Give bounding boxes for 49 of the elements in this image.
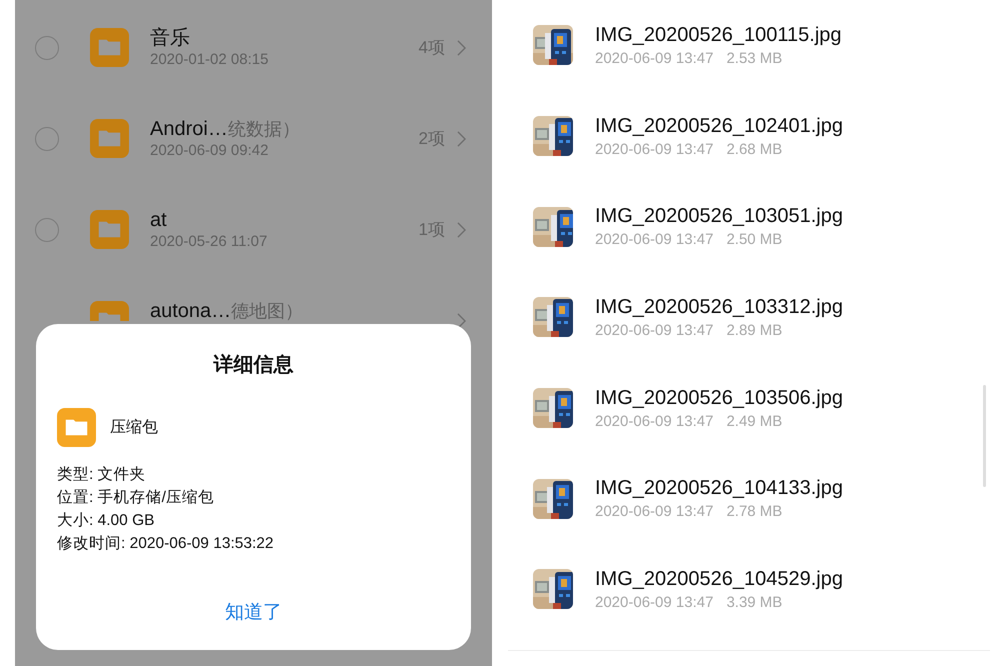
file-name: IMG_20200526_100115.jpg	[595, 24, 842, 47]
file-size: 2.89 MB	[726, 322, 782, 339]
ok-button[interactable]: 知道了	[219, 597, 288, 627]
folder-icon	[90, 301, 129, 320]
folder-name: at	[150, 208, 167, 230]
detail-line: 修改时间: 2020-06-09 13:53:22	[57, 534, 275, 554]
chevron-icon[interactable]	[457, 312, 466, 328]
radio-button[interactable]	[35, 218, 59, 242]
file-size: 2.50 MB	[726, 231, 782, 248]
folder-icon	[90, 119, 129, 158]
file-size: 2.78 MB	[726, 503, 782, 520]
file-name: IMG_20200526_104529.jpg	[595, 568, 843, 591]
folder-name: 音乐	[150, 26, 190, 48]
folder-name: 压缩包	[110, 418, 158, 438]
file-size: 2.53 MB	[726, 50, 782, 67]
detail-line: 位置: 手机存储/压缩包	[57, 488, 215, 508]
detail-line: 类型: 文件夹	[57, 465, 147, 485]
item-count: 2项	[418, 128, 445, 150]
file-size: 2.68 MB	[726, 140, 782, 158]
folder-date: 2020-06-09 09:42	[150, 142, 270, 160]
file-date: 2020-06-09 13:47	[595, 594, 714, 611]
file-size: 3.39 MB	[726, 594, 782, 611]
file-date: 2020-06-09 13:47	[595, 140, 714, 158]
folder-name: Androi…	[150, 118, 228, 140]
file-name: IMG_20200526_103051.jpg	[595, 205, 843, 228]
file-date: 2020-06-09 13:47	[595, 412, 714, 430]
radio-button[interactable]	[35, 36, 59, 60]
folder-icon	[90, 28, 129, 67]
folder-icon	[90, 210, 129, 249]
folder-name: autona…	[150, 300, 232, 322]
file-date: 2020-06-09 13:47	[595, 50, 714, 67]
item-count: 4项	[418, 37, 445, 59]
folder-icon	[57, 408, 96, 447]
file-date: 2020-06-09 13:47	[595, 231, 714, 248]
file-date: 2020-06-09 13:47	[595, 322, 714, 339]
file-date: 2020-06-09 13:47	[595, 503, 714, 520]
file-size: 2.49 MB	[726, 412, 782, 430]
folder-date: 2020-01-02 08:15	[150, 50, 270, 68]
file-name: IMG_20200526_103506.jpg	[595, 386, 843, 410]
item-count: 1项	[418, 219, 445, 241]
folder-note: 统数据）	[228, 118, 300, 140]
file-name: IMG_20200526_103312.jpg	[595, 296, 843, 319]
file-name: IMG_20200526_102401.jpg	[595, 114, 843, 138]
folder-date: 2020-05-26 11:07	[150, 232, 268, 250]
radio-button[interactable]	[35, 126, 59, 150]
file-name: IMG_20200526_104133.jpg	[595, 477, 843, 500]
folder-note: 德地图）	[231, 300, 304, 322]
detail-line: 大小: 4.00 GB	[57, 511, 156, 531]
dialog-title: 详细信息	[212, 352, 294, 378]
